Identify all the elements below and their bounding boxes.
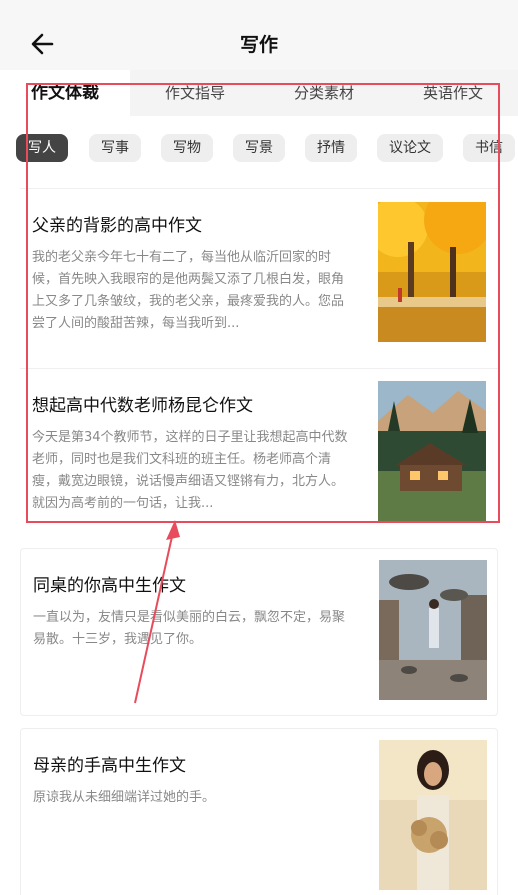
article-excerpt: 今天是第34个教师节，这样的日子里让我想起高中代数老师，同时也是我们文科班的班主… [32, 430, 348, 511]
chip-event[interactable]: 写事 [89, 134, 141, 162]
category-tabs: 作文体裁 作文指导 分类素材 英语作文 [0, 70, 518, 116]
chip-object[interactable]: 写物 [161, 134, 213, 162]
article-card[interactable]: 母亲的手高中生作文 原谅我从未细细端详过她的手。 [20, 728, 498, 895]
page-title: 写作 [239, 34, 278, 56]
chip-scenery[interactable]: 写景 [233, 134, 285, 162]
chip-lyric[interactable]: 抒情 [305, 134, 357, 162]
tab-materials[interactable]: 分类素材 [260, 70, 388, 116]
article-title: 父亲的背影的高中作文 [32, 216, 202, 236]
article-thumbnail [378, 202, 486, 342]
article-excerpt: 原谅我从未细细端详过她的手。 [33, 790, 216, 805]
tab-genre[interactable]: 作文体裁 [0, 70, 130, 116]
tab-english[interactable]: 英语作文 [388, 70, 518, 116]
article-thumbnail [379, 560, 487, 700]
article-card[interactable]: 父亲的背影的高中作文 我的老父亲今年七十有二了，每当他从临沂回家的时候，首先映入… [20, 188, 498, 356]
article-card[interactable]: 想起高中代数老师杨昆仑作文 今天是第34个教师节，这样的日子里让我想起高中代数老… [20, 368, 498, 536]
article-title: 同桌的你高中生作文 [33, 576, 186, 596]
chip-letter[interactable]: 书信 [463, 134, 515, 162]
article-thumbnail [378, 381, 486, 521]
article-thumbnail [379, 740, 487, 890]
chip-person[interactable]: 写人 [16, 134, 68, 162]
article-excerpt: 我的老父亲今年七十有二了，每当他从临沂回家的时候，首先映入我眼帘的是他两鬓又添了… [32, 250, 345, 331]
article-excerpt: 一直以为，友情只是看似美丽的白云，飘忽不定，易聚易散。十三岁，我遇见了你。 [33, 610, 346, 647]
chip-argument[interactable]: 议论文 [377, 134, 443, 162]
topic-chips: 写人 写事 写物 写景 抒情 议论文 书信 [0, 134, 518, 164]
content-area: 写人 写事 写物 写景 抒情 议论文 书信 父亲的背影的高中作文 我的老父亲今年… [0, 116, 518, 895]
article-title: 想起高中代数老师杨昆仑作文 [32, 396, 253, 416]
article-title: 母亲的手高中生作文 [33, 756, 186, 776]
article-card[interactable]: 同桌的你高中生作文 一直以为，友情只是看似美丽的白云，飘忽不定，易聚易散。十三岁… [20, 548, 498, 716]
tab-guidance[interactable]: 作文指导 [130, 70, 260, 116]
